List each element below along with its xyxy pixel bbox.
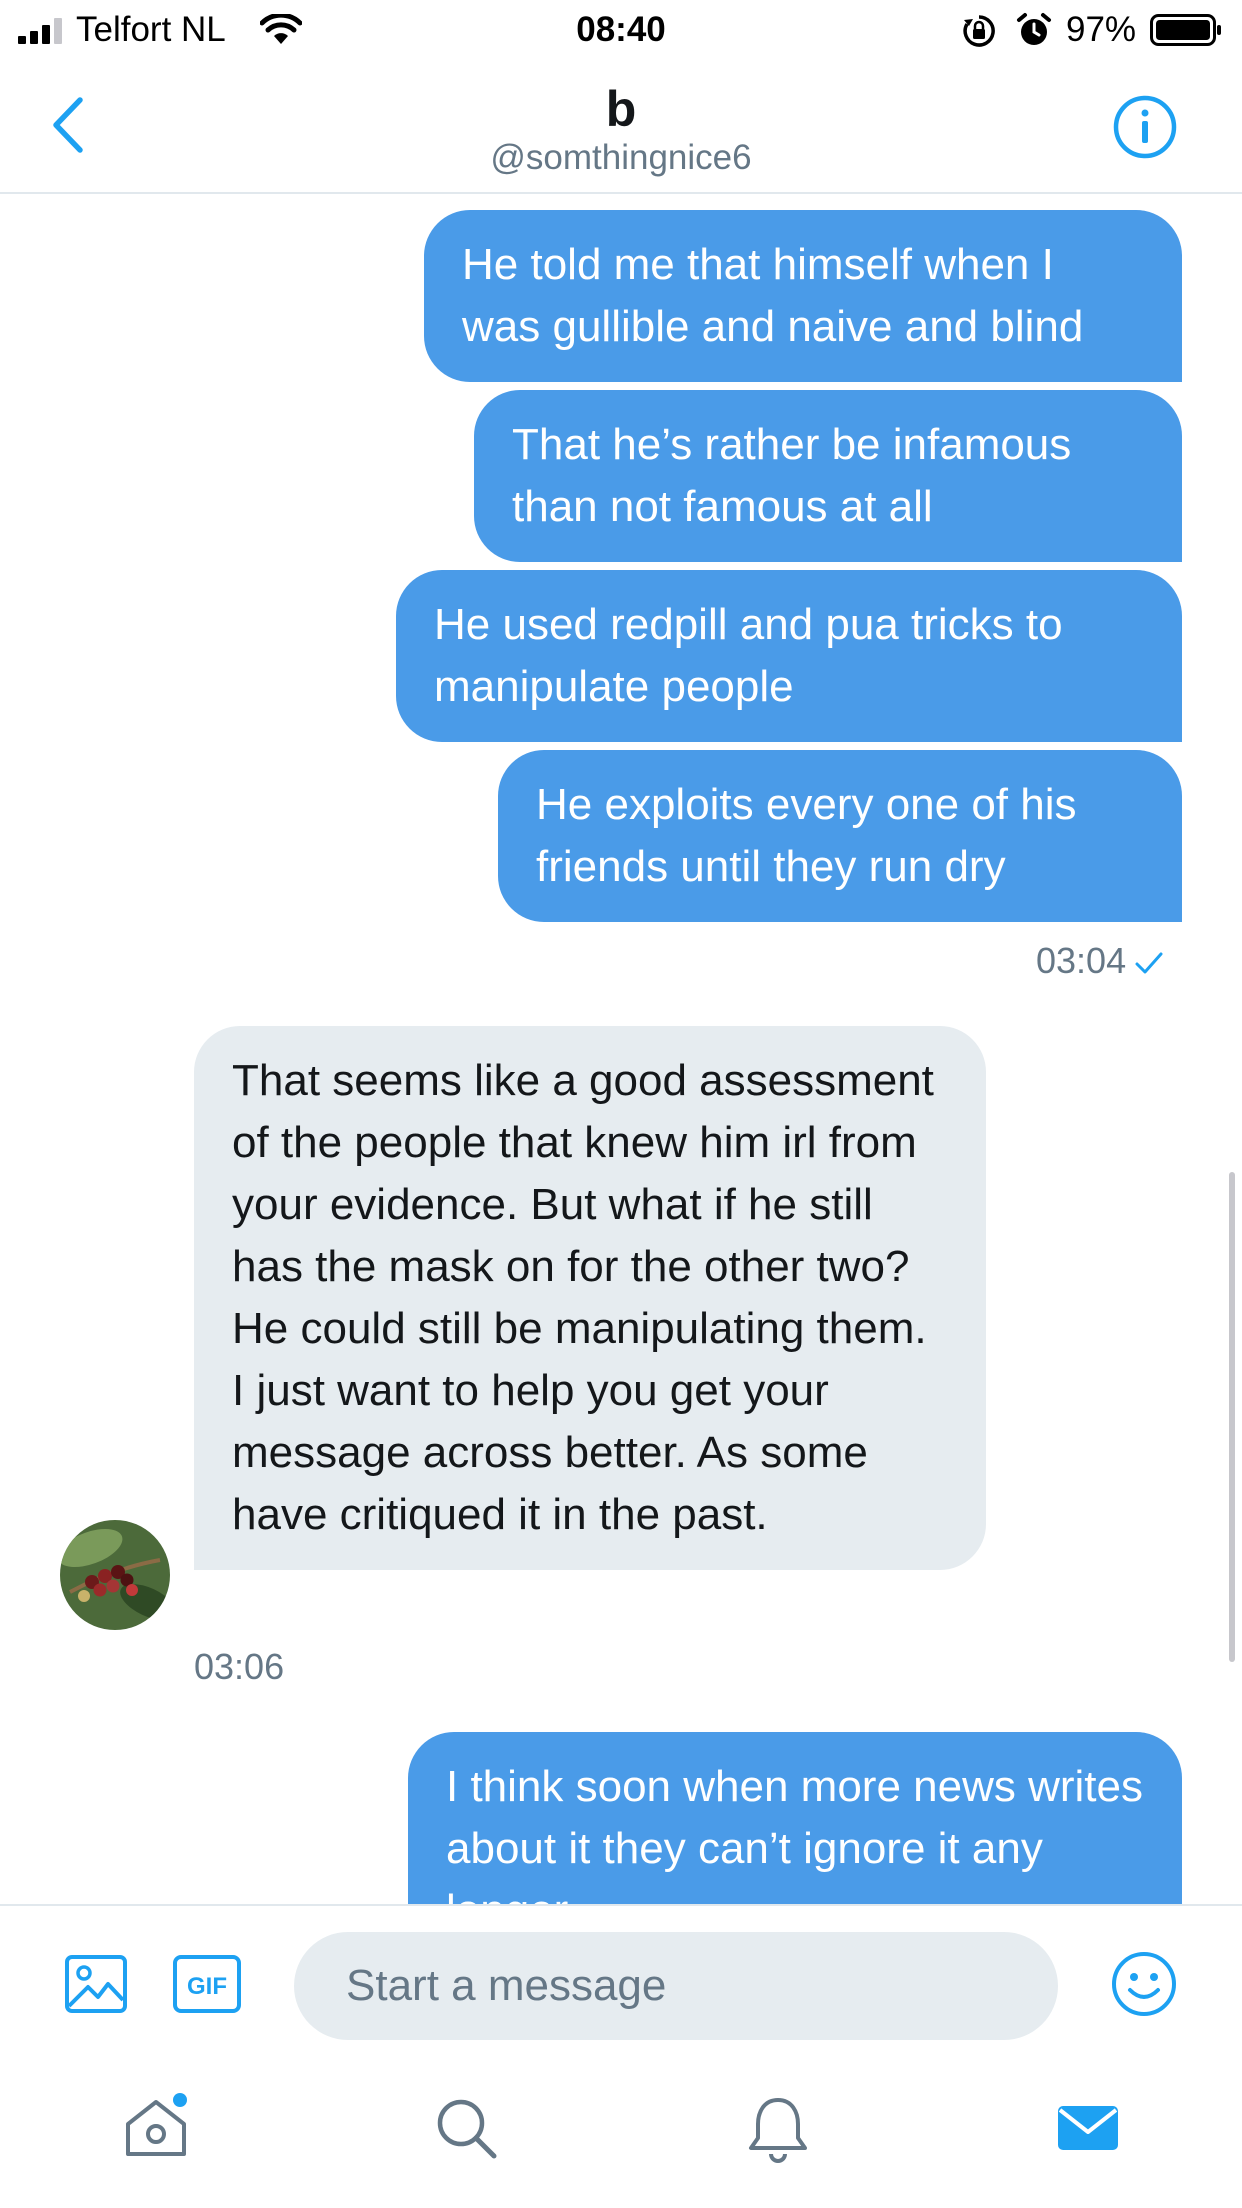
rotation-lock-icon bbox=[963, 15, 995, 47]
message-bubble-sent[interactable]: He used redpill and pua tricks to manipu… bbox=[396, 570, 1182, 742]
sender-avatar[interactable] bbox=[60, 1520, 170, 1630]
messages-icon[interactable] bbox=[1052, 2092, 1124, 2164]
message-thread[interactable]: He told me that himself when I was gulli… bbox=[0, 192, 1242, 1904]
message-bubble-sent[interactable]: That he’s rather be infamous than not fa… bbox=[474, 390, 1182, 562]
alarm-icon bbox=[1017, 13, 1051, 45]
svg-text:GIF: GIF bbox=[187, 1973, 227, 2000]
read-check-icon bbox=[1135, 952, 1163, 974]
status-bar: Telfort NL 08:40 97% bbox=[0, 0, 1242, 62]
conversation-title: b bbox=[605, 81, 637, 137]
battery-percent: 97% bbox=[1066, 10, 1137, 49]
gif-icon[interactable]: GIF bbox=[172, 1954, 242, 2014]
message-bubble-sent[interactable]: He exploits every one of his friends unt… bbox=[498, 750, 1182, 922]
message-bubble-sent[interactable]: I think soon when more news writes about… bbox=[408, 1732, 1182, 1904]
message-input[interactable]: Start a message bbox=[294, 1932, 1058, 2040]
conversation-handle: @somthingnice6 bbox=[490, 138, 752, 177]
search-icon[interactable] bbox=[430, 2092, 502, 2164]
message-bubble-sent[interactable]: He told me that himself when I was gulli… bbox=[424, 210, 1182, 382]
emoji-icon[interactable] bbox=[1110, 1950, 1178, 2018]
tab-bar bbox=[0, 2054, 1242, 2208]
conversation-header: b @somthingnice6 bbox=[0, 62, 1242, 194]
battery-icon bbox=[1150, 14, 1221, 46]
message-bubble-received[interactable]: That seems like a good assessment of the… bbox=[194, 1026, 986, 1570]
notifications-icon[interactable] bbox=[742, 2092, 814, 2164]
message-timestamp-received: 03:06 bbox=[194, 1646, 285, 1687]
timestamp-text: 03:04 bbox=[1036, 940, 1127, 981]
message-composer: GIF Start a message bbox=[0, 1904, 1242, 2056]
avatar-image bbox=[60, 1520, 170, 1630]
home-icon[interactable] bbox=[120, 2092, 192, 2164]
message-timestamp-sent: 03:04 bbox=[1036, 940, 1164, 982]
image-icon[interactable] bbox=[64, 1954, 128, 2014]
info-icon[interactable] bbox=[1112, 94, 1178, 160]
clock: 08:40 bbox=[576, 10, 666, 49]
scrollbar[interactable] bbox=[1229, 1172, 1235, 1662]
